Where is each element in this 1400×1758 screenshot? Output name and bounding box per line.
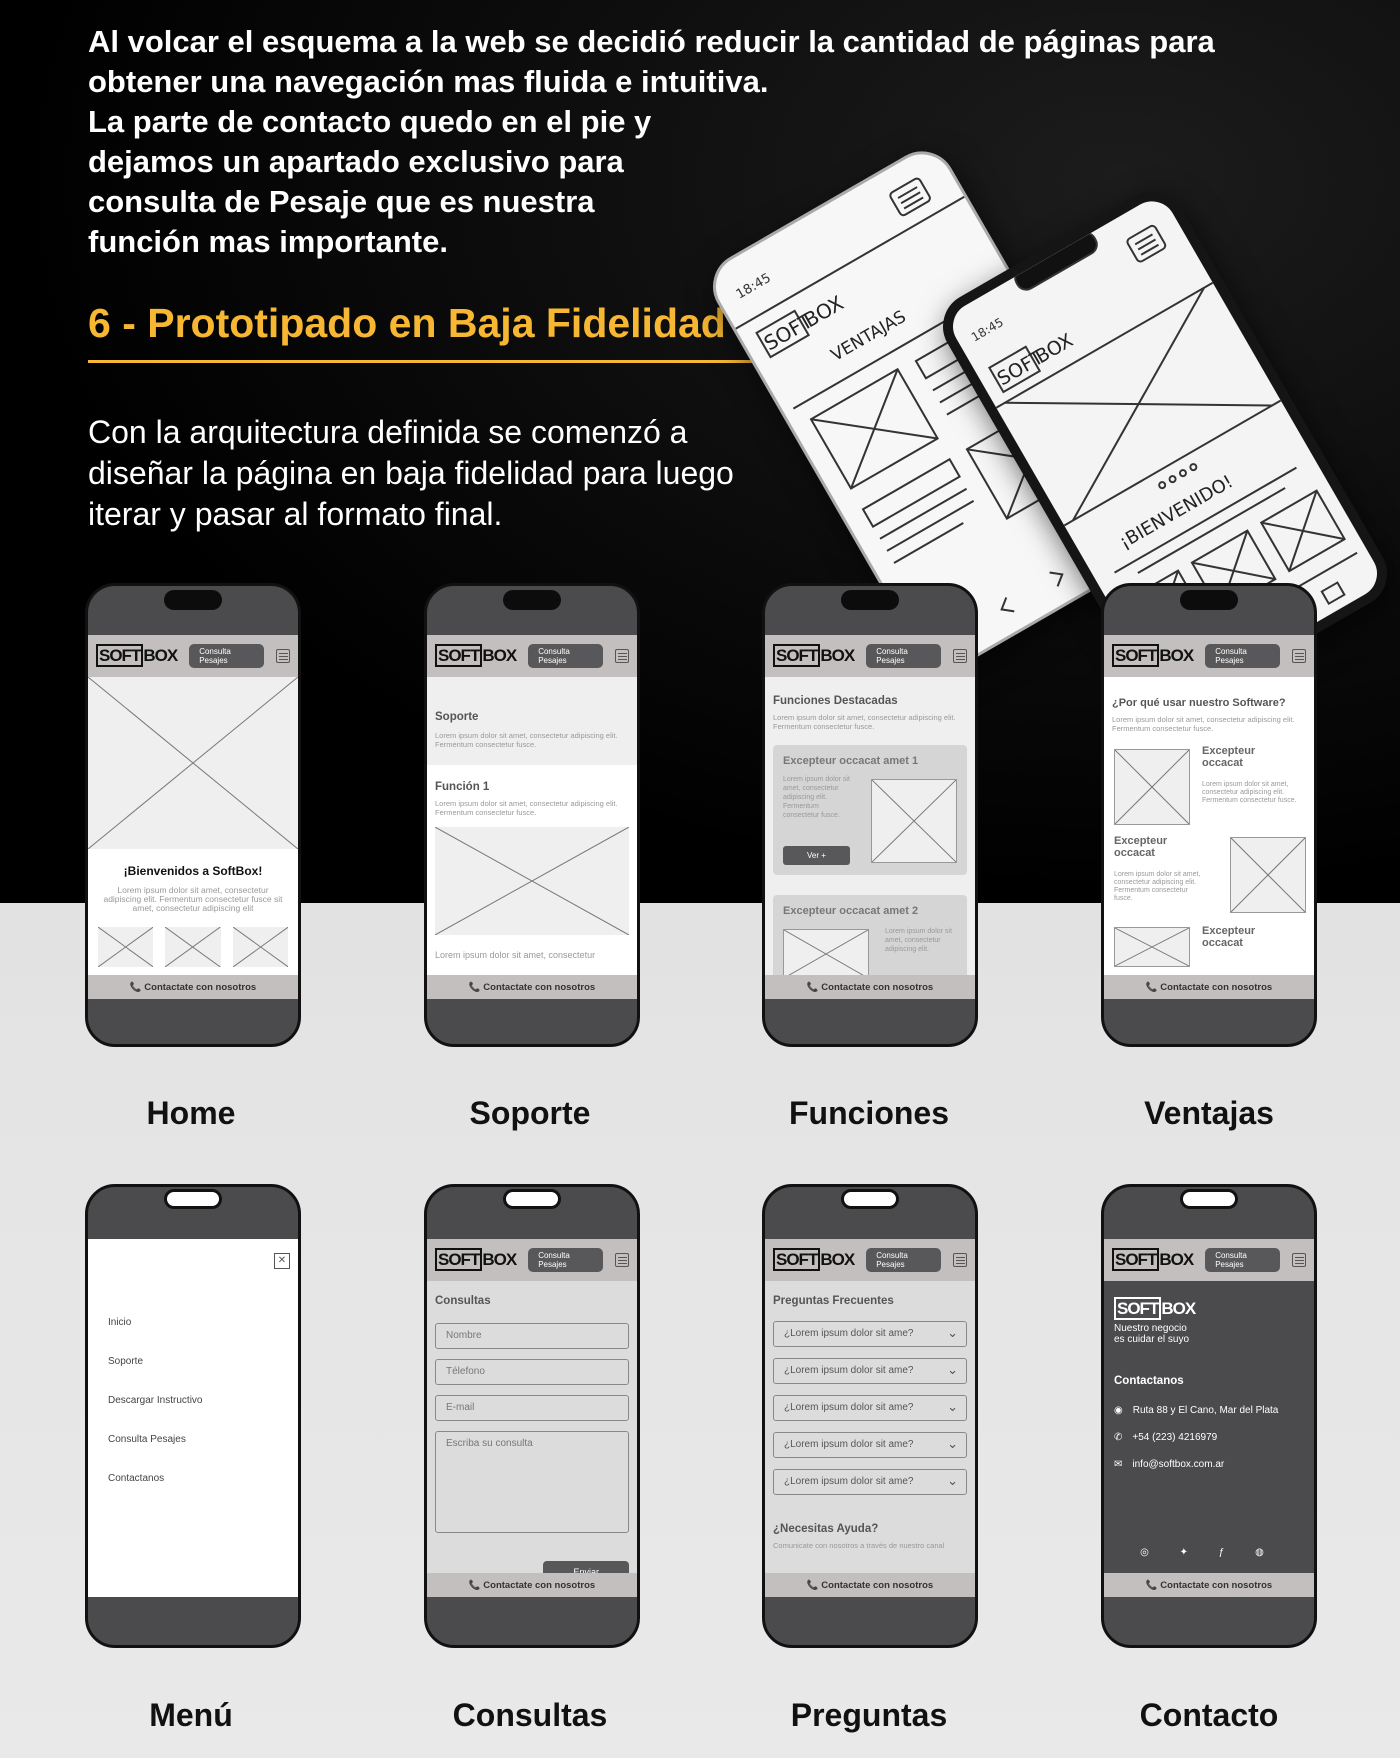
intro-line: obtener una navegación mas fluida e intu… bbox=[88, 64, 769, 99]
faq-item[interactable]: ¿Lorem ipsum dolor sit ame? bbox=[773, 1469, 967, 1495]
consulta-pesajes-button[interactable]: Consulta Pesajes bbox=[1205, 644, 1280, 668]
phone-funciones: SOFT BOX Consulta Pesajes Funciones Desta… bbox=[762, 583, 978, 1047]
phone-consultas: SOFT BOX Consulta Pesajes Consultas Nombr… bbox=[424, 1184, 640, 1648]
label-ventajas: Ventajas bbox=[1144, 1095, 1274, 1131]
phone-home: SOFTBOX Consulta Pesajes ● ● ● ● ¡Bienve… bbox=[85, 583, 301, 1047]
phone-menu: ✕ Inicio Soporte Descargar Instructivo C… bbox=[85, 1184, 301, 1648]
hamburger-icon[interactable] bbox=[1291, 1253, 1306, 1267]
consulta-pesajes-button[interactable]: Consulta Pesajes bbox=[528, 1248, 603, 1272]
wire-header: SOFT BOX Consulta Pesajes bbox=[88, 635, 298, 677]
svg-text:18:45: 18:45 bbox=[969, 315, 1006, 344]
hamburger-icon[interactable] bbox=[614, 1253, 629, 1267]
hero-image-placeholder bbox=[88, 677, 298, 849]
welcome-heading: ¡Bienvenidos a SoftBox! bbox=[123, 864, 263, 878]
softbox-logo: SOFT BOX bbox=[773, 1248, 855, 1271]
label-home: Home bbox=[146, 1095, 236, 1131]
label-preguntas: Preguntas bbox=[790, 1697, 948, 1733]
email-field[interactable]: E-mail bbox=[435, 1395, 629, 1421]
social-icons[interactable]: ◎ ✦ ƒ ◍ bbox=[1104, 1547, 1314, 1558]
label-funciones: Funciones bbox=[788, 1095, 949, 1131]
label-contacto: Contacto bbox=[1139, 1697, 1279, 1733]
nombre-field[interactable]: Nombre bbox=[435, 1323, 629, 1349]
label-menu: Menú bbox=[149, 1697, 233, 1733]
funcion-title: Función 1 bbox=[435, 781, 490, 793]
intro-line: consulta de Pesaje que es nuestra bbox=[88, 184, 595, 219]
contact-footer-button[interactable]: 📞 Contactate con nosotros bbox=[1104, 975, 1314, 999]
svg-text:BOX: BOX bbox=[1032, 329, 1077, 368]
phone-ventajas: SOFT BOX Consulta Pesajes ¿Por qué usar n… bbox=[1101, 583, 1317, 1047]
menu-item-soporte[interactable]: Soporte bbox=[88, 1356, 298, 1395]
intro-line: La parte de contacto quedo en el pie y bbox=[88, 104, 652, 139]
hamburger-icon[interactable] bbox=[614, 649, 629, 663]
screen-soporte: SOFT BOX Consulta Pesajes Soporte Lorem i… bbox=[427, 635, 637, 999]
section-underline bbox=[88, 360, 848, 363]
phone-notch bbox=[164, 590, 222, 610]
ver-mas-button[interactable]: Ver + bbox=[783, 846, 850, 865]
intro-line: dejamos un apartado exclusivo para bbox=[88, 144, 624, 179]
softbox-logo: SOFT BOX bbox=[435, 1248, 517, 1271]
close-icon[interactable]: ✕ bbox=[274, 1253, 290, 1269]
image-placeholder bbox=[435, 827, 629, 935]
screen-home: SOFTBOX Consulta Pesajes ● ● ● ● ¡Bienve… bbox=[88, 635, 298, 999]
section-title: 6 - Prototipado en Baja Fidelidad bbox=[88, 300, 726, 346]
consulta-pesajes-button[interactable]: Consulta Pesajes bbox=[866, 1248, 941, 1272]
image-row bbox=[88, 927, 298, 967]
consulta-textarea[interactable]: Escriba su consulta bbox=[435, 1431, 629, 1533]
screen-contacto: SOFT BOX Consulta Pesajes SOFT BOX Nuestro… bbox=[1104, 1239, 1314, 1597]
feature-card: Excepteur occacat amet 1 Lorem ipsum dol… bbox=[773, 745, 967, 875]
consulta-pesajes-button[interactable]: Consulta Pesajes bbox=[1205, 1248, 1280, 1272]
screen-ventajas: SOFT BOX Consulta Pesajes ¿Por qué usar n… bbox=[1104, 635, 1314, 999]
welcome-text: Lorem ipsum dolor sit amet, consectetur … bbox=[103, 885, 283, 913]
phone-contacto: SOFT BOX Consulta Pesajes SOFT BOX Nuestro… bbox=[1101, 1184, 1317, 1648]
softbox-logo: SOFT BOX bbox=[1112, 1248, 1194, 1271]
phone-icon: ✆ bbox=[1114, 1432, 1123, 1443]
feature-card: Excepteur occacat amet 2 Lorem ipsum dol… bbox=[773, 895, 967, 985]
screen-preguntas: SOFT BOX Consulta Pesajes Preguntas Frecu… bbox=[765, 1239, 975, 1597]
menu-item-instructivo[interactable]: Descargar Instructivo bbox=[88, 1395, 298, 1434]
menu-item-contactanos[interactable]: Contactanos bbox=[88, 1473, 298, 1512]
phone-preguntas: SOFT BOX Consulta Pesajes Preguntas Frecu… bbox=[762, 1184, 978, 1648]
consulta-pesajes-button[interactable]: Consulta Pesajes bbox=[189, 644, 264, 668]
hamburger-icon[interactable] bbox=[1291, 649, 1306, 663]
screen-funciones: SOFT BOX Consulta Pesajes Funciones Desta… bbox=[765, 635, 975, 999]
softbox-logo: SOFT BOX bbox=[96, 644, 178, 667]
screen-consultas: SOFT BOX Consulta Pesajes Consultas Nombr… bbox=[427, 1239, 637, 1597]
contact-footer-button[interactable]: 📞 Contactate con nosotros bbox=[765, 1573, 975, 1597]
menu-item-consulta-pesajes[interactable]: Consulta Pesajes bbox=[88, 1434, 298, 1473]
menu-item-inicio[interactable]: Inicio bbox=[88, 1317, 298, 1356]
consulta-pesajes-button[interactable]: Consulta Pesajes bbox=[866, 644, 941, 668]
softbox-logo: SOFT BOX bbox=[1112, 644, 1194, 667]
telefono-field[interactable]: Télefono bbox=[435, 1359, 629, 1385]
softbox-logo: SOFT BOX bbox=[773, 644, 855, 667]
consulta-pesajes-button[interactable]: Consulta Pesajes bbox=[528, 644, 603, 668]
label-consultas: Consultas bbox=[452, 1697, 608, 1733]
softbox-logo: SOFT BOX bbox=[435, 644, 517, 667]
faq-item[interactable]: ¿Lorem ipsum dolor sit ame? bbox=[773, 1321, 967, 1347]
email-row[interactable]: ✉ info@softbox.com.ar bbox=[1104, 1459, 1314, 1486]
location-icon: ◉ bbox=[1114, 1405, 1123, 1416]
hamburger-icon[interactable] bbox=[952, 649, 967, 663]
contact-footer-button[interactable]: 📞 Contactate con nosotros bbox=[427, 975, 637, 999]
phone-row[interactable]: ✆ +54 (223) 4216979 bbox=[1104, 1432, 1314, 1459]
mail-icon: ✉ bbox=[1114, 1459, 1123, 1470]
menu-list: Inicio Soporte Descargar Instructivo Con… bbox=[88, 1239, 298, 1512]
softbox-logo-white: SOFT BOX bbox=[1114, 1297, 1304, 1320]
hamburger-icon[interactable] bbox=[952, 1253, 967, 1267]
phone-soporte: SOFT BOX Consulta Pesajes Soporte Lorem i… bbox=[424, 583, 640, 1047]
label-soporte: Soporte bbox=[469, 1095, 591, 1131]
contact-footer-button[interactable]: 📞 Contactate con nosotros bbox=[88, 975, 298, 999]
faq-item[interactable]: ¿Lorem ipsum dolor sit ame? bbox=[773, 1432, 967, 1458]
contact-footer-button[interactable]: 📞 Contactate con nosotros bbox=[427, 1573, 637, 1597]
faq-item[interactable]: ¿Lorem ipsum dolor sit ame? bbox=[773, 1395, 967, 1421]
screen-menu: ✕ Inicio Soporte Descargar Instructivo C… bbox=[88, 1239, 298, 1597]
svg-text:18:45: 18:45 bbox=[734, 271, 774, 303]
faq-item[interactable]: ¿Lorem ipsum dolor sit ame? bbox=[773, 1358, 967, 1384]
intro-line: Al volcar el esquema a la web se decidió… bbox=[88, 24, 1215, 59]
contact-footer-button[interactable]: 📞 Contactate con nosotros bbox=[1104, 1573, 1314, 1597]
description: Con la arquitectura definida se comenzó … bbox=[88, 414, 734, 532]
hamburger-icon[interactable] bbox=[275, 649, 290, 663]
soporte-title: Soporte bbox=[435, 711, 479, 723]
address-row: ◉ Ruta 88 y El Cano, Mar del Plata bbox=[1104, 1405, 1314, 1432]
contact-footer-button[interactable]: 📞 Contactate con nosotros bbox=[765, 975, 975, 999]
